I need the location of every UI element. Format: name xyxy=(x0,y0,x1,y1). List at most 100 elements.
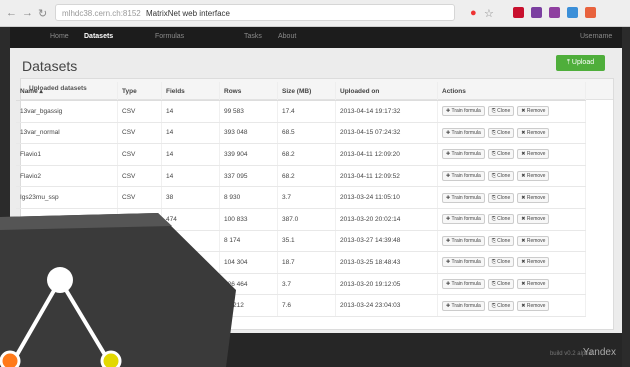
nav-home[interactable]: Home xyxy=(50,33,69,40)
table-cell: CSV xyxy=(117,100,162,123)
forward-icon[interactable]: → xyxy=(22,7,33,19)
table-cell xyxy=(16,273,118,296)
address-bar[interactable]: mlhdc38.cern.ch:8152 MatrixNet web inter… xyxy=(55,4,455,21)
table-row: 498 8 174 35.1 2013-03-27 14:39:48 ✚ Train f… xyxy=(16,230,586,253)
table-cell: 3.7 xyxy=(277,186,336,209)
star-icon[interactable]: ☆ xyxy=(484,7,494,20)
table-cell: CSV xyxy=(117,165,162,188)
extension-icon[interactable] xyxy=(513,7,524,18)
brand-logo: Yandex xyxy=(582,347,616,358)
extension-icon[interactable] xyxy=(585,7,596,18)
train-formula-button[interactable]: ✚ Train formula xyxy=(442,279,485,290)
table-cell xyxy=(117,251,162,274)
col-fields[interactable]: Fields xyxy=(161,82,220,101)
datasets-table: Name ▴ Type Fields Rows Size (MB) Upload… xyxy=(16,82,586,317)
nav-about[interactable]: About xyxy=(278,33,296,40)
back-icon[interactable]: ← xyxy=(6,7,17,19)
extension-icon[interactable] xyxy=(549,7,560,18)
action-label: Clone xyxy=(497,194,511,201)
table-cell: 8 174 xyxy=(219,230,278,253)
record-icon[interactable]: ● xyxy=(470,7,477,19)
table-cell: 2013-04-15 07:24:32 xyxy=(335,122,438,145)
table-row: 33 104 304 18.7 2013-03-25 18:48:43 ✚ Train … xyxy=(16,251,586,274)
clone-button[interactable]: ⎘ Clone xyxy=(487,127,515,138)
nav-formulas[interactable]: Formulas xyxy=(155,33,184,40)
action-label: Train formula xyxy=(451,302,481,309)
train-formula-button[interactable]: ✚ Train formula xyxy=(442,171,485,182)
remove-button[interactable]: ✖ Remove xyxy=(517,171,550,182)
nav-tasks[interactable]: Tasks xyxy=(244,33,262,40)
extension-icon[interactable] xyxy=(567,7,578,18)
action-label: Remove xyxy=(526,216,546,223)
col-size[interactable]: Size (MB) xyxy=(277,82,336,101)
action-label: Train formula xyxy=(451,259,481,266)
col-name[interactable]: Name ▴ xyxy=(16,82,118,101)
action-label: Train formula xyxy=(451,216,481,223)
clone-button[interactable]: ⎘ Clone xyxy=(487,106,515,117)
table-cell: 8 930 xyxy=(219,186,278,209)
remove-button[interactable]: ✖ Remove xyxy=(517,127,550,138)
train-formula-button[interactable]: ✚ Train formula xyxy=(442,300,485,311)
footer: build v0.2 alpha Yandex xyxy=(10,333,622,367)
table-cell: 337 095 xyxy=(219,165,278,188)
col-rows[interactable]: Rows xyxy=(219,82,278,101)
user-menu[interactable]: Username xyxy=(580,33,612,40)
upload-button[interactable]: ⤒ Upload xyxy=(556,55,605,71)
table-cell xyxy=(117,273,162,296)
table-cell: Igs23mu_ssp xyxy=(16,186,118,209)
clone-button[interactable]: ⎘ Clone xyxy=(487,149,515,160)
train-formula-button[interactable]: ✚ Train formula xyxy=(442,214,485,225)
clone-button[interactable]: ⎘ Clone xyxy=(487,257,515,268)
train-formula-button[interactable]: ✚ Train formula xyxy=(442,127,485,138)
table-cell: 13var_bgassig xyxy=(16,100,118,123)
action-label: Remove xyxy=(526,108,546,115)
nav-datasets[interactable]: Datasets xyxy=(84,33,113,40)
row-actions: ✚ Train formula ⎘ Clone ✖ Remove xyxy=(437,208,586,231)
remove-button[interactable]: ✖ Remove xyxy=(517,149,550,160)
train-formula-button[interactable]: ✚ Train formula xyxy=(442,257,485,268)
remove-button[interactable]: ✖ Remove xyxy=(517,300,550,311)
table-cell: 126 464 xyxy=(219,273,278,296)
table-cell: 2013-04-11 12:09:20 xyxy=(335,143,438,166)
col-type[interactable]: Type xyxy=(117,82,162,101)
action-label: Remove xyxy=(526,302,546,309)
action-label: Train formula xyxy=(451,237,481,244)
col-uploaded[interactable]: Uploaded on xyxy=(335,82,438,101)
table-cell: 104 304 xyxy=(219,251,278,274)
action-label: Remove xyxy=(526,194,546,201)
row-actions: ✚ Train formula ⎘ Clone ✖ Remove xyxy=(437,122,586,145)
table-row: Igs23mu_ssp CSV 38 8 930 3.7 2013-03-24 11:05… xyxy=(16,186,586,209)
row-actions: ✚ Train formula ⎘ Clone ✖ Remove xyxy=(437,230,586,253)
table-row: 84 212 7.6 2013-03-24 23:04:03 ✚ Train form… xyxy=(16,294,586,317)
remove-button[interactable]: ✖ Remove xyxy=(517,235,550,246)
train-formula-button[interactable]: ✚ Train formula xyxy=(442,149,485,160)
table-cell: 2013-03-20 19:12:05 xyxy=(335,273,438,296)
table-cell: 498 xyxy=(161,230,220,253)
top-navbar: Home Datasets Formulas Tasks About Usern… xyxy=(10,27,622,48)
browser-chrome: ← → ↻ mlhdc38.cern.ch:8152 MatrixNet web… xyxy=(0,0,630,27)
train-formula-button[interactable]: ✚ Train formula xyxy=(442,106,485,117)
remove-button[interactable]: ✖ Remove xyxy=(517,214,550,225)
clone-button[interactable]: ⎘ Clone xyxy=(487,300,515,311)
remove-button[interactable]: ✖ Remove xyxy=(517,192,550,203)
remove-button[interactable]: ✖ Remove xyxy=(517,106,550,117)
reload-icon[interactable]: ↻ xyxy=(38,7,47,20)
extension-icon[interactable] xyxy=(531,7,542,18)
clone-button[interactable]: ⎘ Clone xyxy=(487,279,515,290)
table-cell: 2013-03-24 23:04:03 xyxy=(335,294,438,317)
train-formula-button[interactable]: ✚ Train formula xyxy=(442,192,485,203)
clone-button[interactable]: ⎘ Clone xyxy=(487,192,515,203)
table-cell: CSV xyxy=(117,122,162,145)
clone-button[interactable]: ⎘ Clone xyxy=(487,214,515,225)
action-label: Remove xyxy=(526,259,546,266)
clone-button[interactable]: ⎘ Clone xyxy=(487,171,515,182)
remove-button[interactable]: ✖ Remove xyxy=(517,279,550,290)
clone-button[interactable]: ⎘ Clone xyxy=(487,235,515,246)
remove-button[interactable]: ✖ Remove xyxy=(517,257,550,268)
action-label: Clone xyxy=(497,302,511,309)
table-cell: CSV xyxy=(117,186,162,209)
action-label: Train formula xyxy=(451,281,481,288)
table-cell: 17.4 xyxy=(277,100,336,123)
table-cell: 474 xyxy=(161,208,220,231)
train-formula-button[interactable]: ✚ Train formula xyxy=(442,235,485,246)
